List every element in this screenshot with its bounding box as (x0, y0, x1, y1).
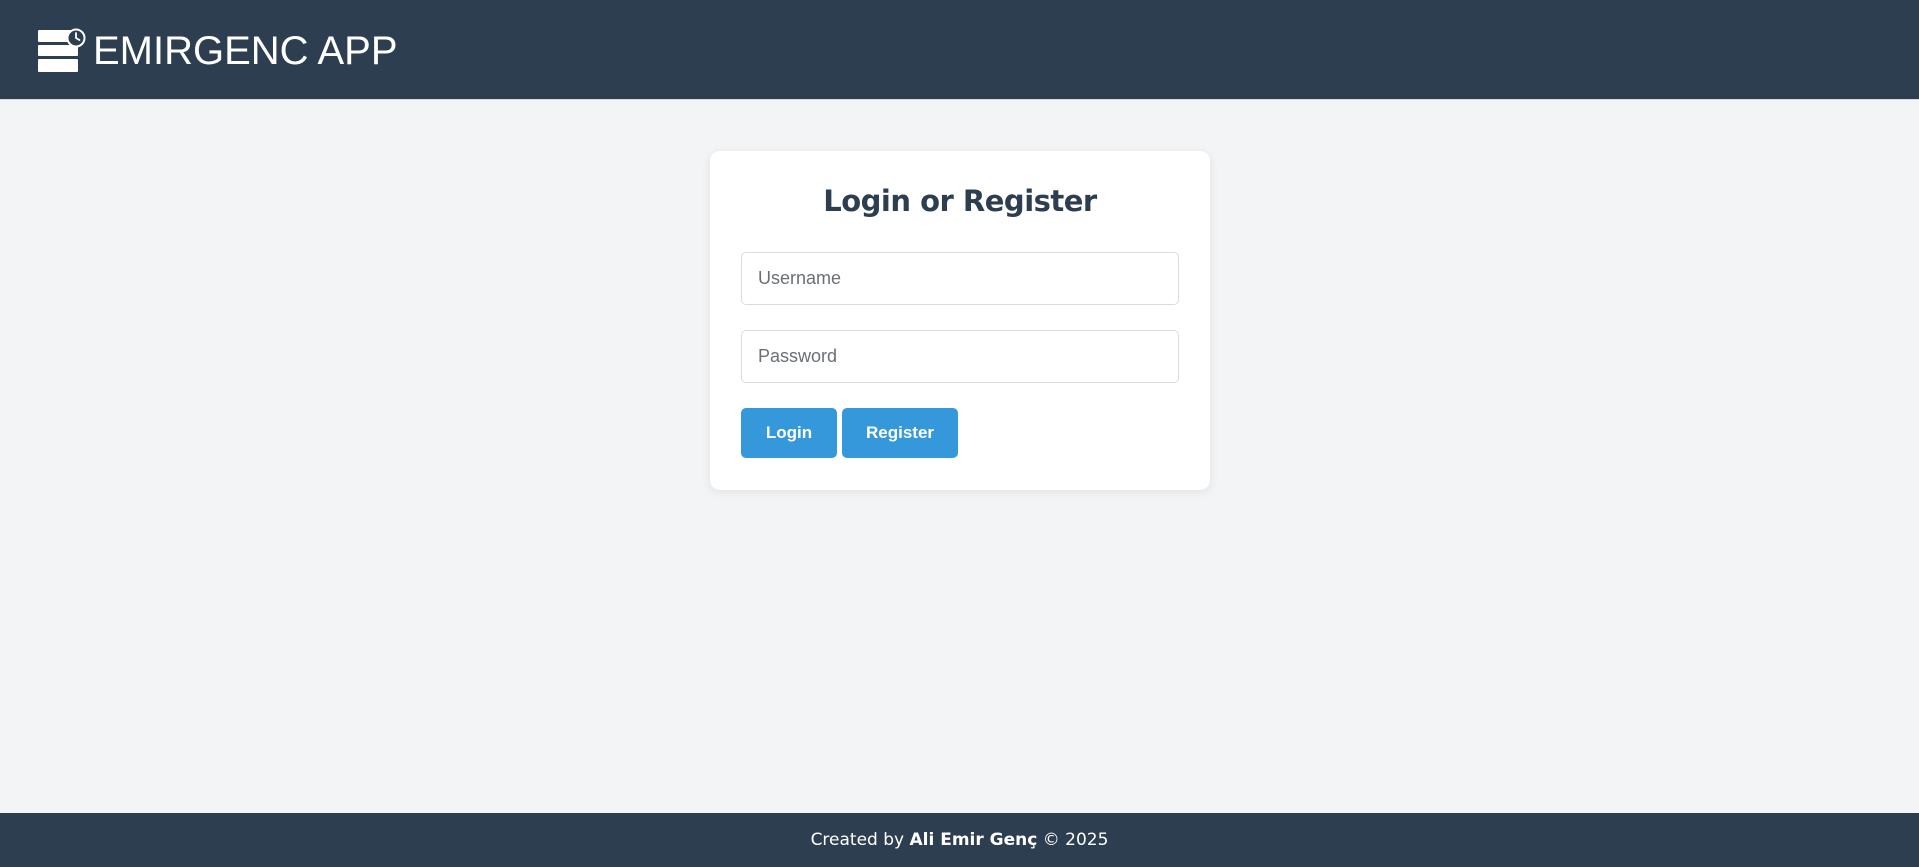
stacked-books-clock-icon (38, 28, 86, 72)
login-card-title: Login or Register (823, 184, 1097, 218)
footer-prefix: Created by (810, 830, 910, 850)
app-footer: Created by Ali Emir Genç © 2025 (0, 813, 1919, 867)
footer-author: Ali Emir Genç (909, 830, 1038, 850)
app-header: EMIRGENC APP (0, 0, 1919, 100)
register-button[interactable]: Register (842, 408, 958, 458)
login-button[interactable]: Login (741, 408, 837, 458)
login-card: Login or Register Login Register (710, 151, 1210, 490)
footer-copyright: © 2025 (1037, 830, 1109, 850)
brand-name: EMIRGENC APP (93, 29, 398, 73)
brand-link[interactable]: EMIRGENC APP (36, 28, 398, 74)
password-input[interactable] (741, 330, 1179, 383)
username-input[interactable] (741, 252, 1179, 305)
